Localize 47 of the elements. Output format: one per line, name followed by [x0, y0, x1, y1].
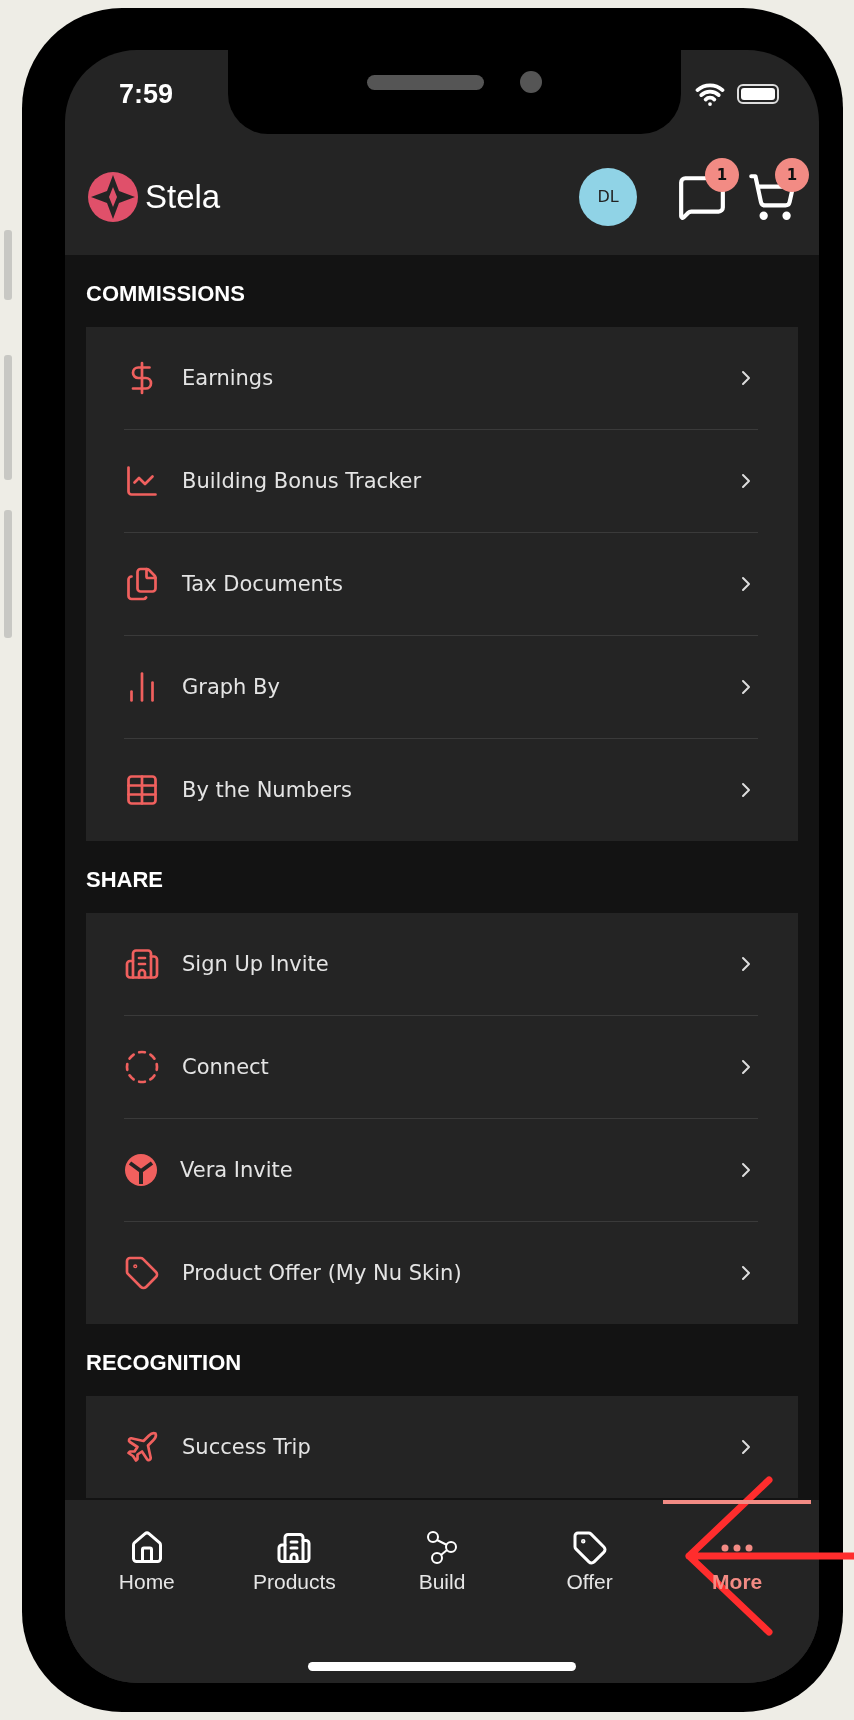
menu-item[interactable]: Success Trip	[124, 1396, 758, 1498]
menu-item-label: Earnings	[182, 366, 275, 390]
more-icon	[721, 1544, 754, 1552]
section-title: SHARE	[86, 866, 164, 894]
nav-tab[interactable]: Offer	[515, 1500, 664, 1643]
menu-item-label: Vera Invite	[180, 1158, 294, 1182]
nav-tab[interactable]: Home	[73, 1500, 221, 1643]
network-icon	[424, 1530, 460, 1566]
buildings-icon	[276, 1530, 313, 1566]
menu-item-label: By the Numbers	[182, 778, 353, 802]
menu-item[interactable]: Connect	[124, 1015, 758, 1118]
menu-item[interactable]: Vera Invite	[124, 1118, 758, 1221]
section-title: RECOGNITION	[86, 1349, 243, 1377]
logo-icon	[87, 170, 139, 223]
avatar[interactable]: DL	[579, 167, 637, 226]
menu-item-label: Building Bonus Tracker	[182, 469, 423, 493]
tag-icon	[124, 1255, 160, 1291]
notification-badge: 1	[775, 157, 809, 192]
menu-item-label: Graph By	[182, 675, 281, 699]
menu-item-label: Connect	[182, 1055, 270, 1079]
buildings-icon	[124, 946, 160, 982]
menu-item-label: Tax Documents	[182, 572, 345, 596]
menu-item[interactable]: Earnings	[124, 327, 758, 429]
status-time: 7:59	[119, 78, 174, 110]
menu-item[interactable]: By the Numbers	[124, 738, 758, 841]
section-title: COMMISSIONS	[86, 280, 246, 308]
menu-item-label: Success Trip	[182, 1435, 312, 1459]
documents-icon	[124, 566, 160, 602]
plane-icon	[124, 1429, 160, 1465]
app-name: Stela	[145, 177, 222, 216]
menu-item-label: Product Offer (My Nu Skin)	[182, 1261, 463, 1285]
line-chart-icon	[124, 463, 160, 499]
nav-tab[interactable]: Products	[220, 1500, 369, 1643]
menu-item[interactable]: Graph By	[124, 635, 758, 738]
menu-item[interactable]: Sign Up Invite	[124, 913, 758, 1015]
camera	[520, 71, 542, 93]
menu-item-label: Sign Up Invite	[182, 952, 330, 976]
tag-icon	[571, 1530, 608, 1566]
menu-item[interactable]: Building Bonus Tracker	[124, 429, 758, 532]
nav-tab[interactable]: Build	[368, 1500, 516, 1643]
notification-badge: 1	[705, 157, 739, 192]
menu-item[interactable]: Tax Documents	[124, 532, 758, 635]
table-icon	[124, 772, 160, 808]
menu-item[interactable]: Product Offer (My Nu Skin)	[124, 1221, 758, 1324]
y-logo-icon	[124, 1153, 158, 1187]
battery-icon	[737, 84, 779, 104]
dotted-circle-icon	[124, 1049, 160, 1085]
